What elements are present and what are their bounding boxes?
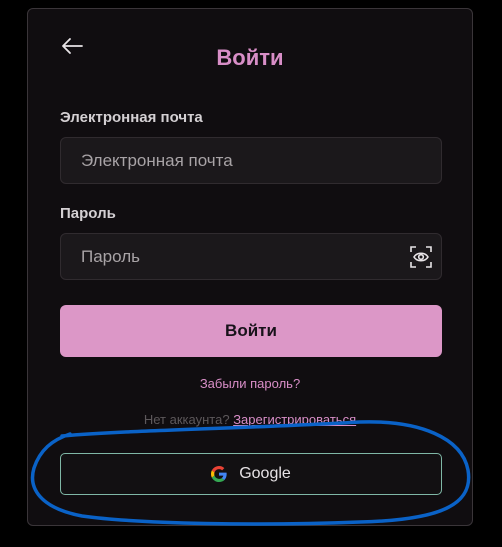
forgot-password-link[interactable]: Забыли пароль?	[28, 376, 472, 391]
email-label: Электронная почта	[60, 109, 203, 126]
register-prompt: Нет аккаунта? Зарегистрироваться	[28, 412, 472, 427]
password-label: Пароль	[60, 205, 116, 222]
email-field[interactable]	[61, 138, 441, 183]
toggle-password-visibility[interactable]	[410, 246, 432, 268]
google-button-label: Google	[239, 465, 291, 482]
login-button[interactable]: Войти	[60, 305, 442, 357]
no-account-text: Нет аккаунта?	[143, 412, 230, 427]
login-card: Войти Электронная почта Пароль Войти Заб…	[27, 8, 473, 526]
eye-icon	[410, 246, 432, 268]
email-field-wrapper	[60, 137, 442, 184]
google-sign-in-button[interactable]: Google	[60, 453, 442, 495]
google-g-icon	[211, 466, 227, 482]
password-field[interactable]	[61, 234, 441, 279]
register-link[interactable]: Зарегистрироваться	[233, 412, 356, 427]
page-title: Войти	[216, 45, 284, 70]
password-field-wrapper	[60, 233, 442, 280]
